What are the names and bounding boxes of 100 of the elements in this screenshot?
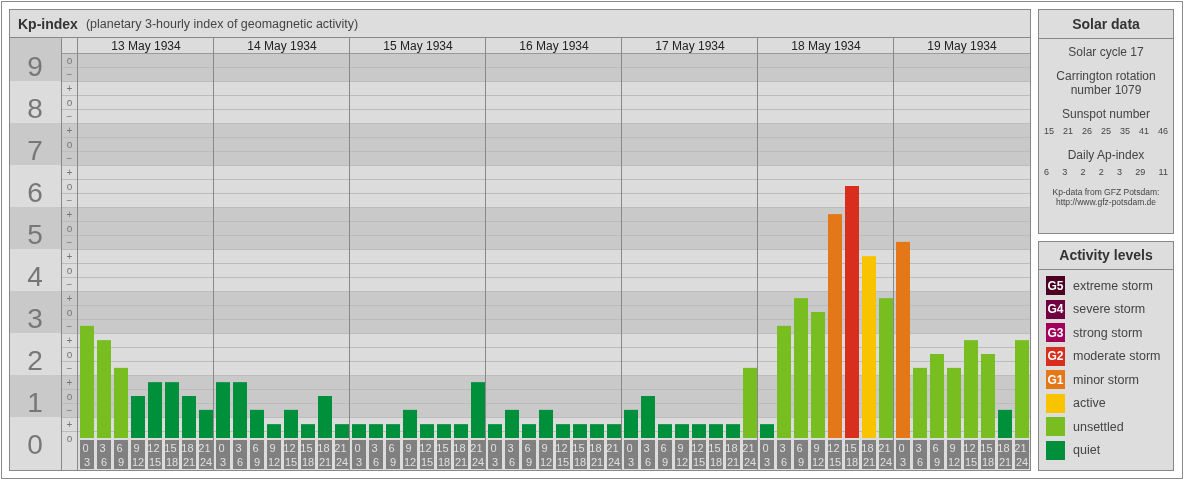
- scale-mark: +: [66, 418, 73, 430]
- time-label: 3 6: [505, 440, 519, 469]
- time-label: 21 24: [742, 440, 757, 469]
- scale-mark: +: [66, 376, 73, 388]
- scale-mark: +: [66, 292, 73, 304]
- axis-label: 8: [27, 92, 43, 124]
- scale-mark: −: [66, 152, 73, 164]
- time-label: 21 24: [878, 440, 893, 469]
- ap-value: 3: [1117, 167, 1123, 177]
- kp-bar: [692, 424, 706, 438]
- time-label: 15 18: [708, 440, 723, 469]
- time-label: 21 24: [198, 440, 213, 469]
- data-source: Kp-data from GFZ Potsdam:: [1052, 187, 1160, 197]
- level-badge: G5: [1046, 276, 1065, 295]
- scale-mark: o: [66, 138, 73, 150]
- kp-bar: [675, 424, 689, 438]
- date-label: 15 May 1934: [383, 39, 453, 53]
- kp-bar: [352, 424, 366, 438]
- axis-label: 5: [27, 218, 43, 250]
- scale-mark: −: [66, 68, 73, 80]
- kp-bar: [539, 409, 553, 438]
- ap-value: 3: [1062, 167, 1068, 177]
- scale-mark: −: [66, 278, 73, 290]
- kp-bar: [590, 424, 604, 438]
- kp-bar: [998, 409, 1012, 438]
- time-label: 15 18: [300, 440, 315, 469]
- time-label: 0 3: [80, 440, 94, 469]
- scale-mark: −: [66, 194, 73, 206]
- scale-mark: +: [66, 166, 73, 178]
- scale-mark: o: [66, 348, 73, 360]
- scale-mark: o: [66, 222, 73, 234]
- time-label: 6 9: [794, 440, 808, 469]
- scale-mark: +: [66, 124, 73, 136]
- level-badge: G4: [1046, 299, 1065, 319]
- kp-bar: [165, 382, 179, 438]
- axis-label: 4: [27, 260, 43, 292]
- kp-bar: [403, 409, 417, 438]
- time-label: 6 9: [386, 440, 400, 469]
- scale-mark: o: [66, 96, 73, 108]
- time-label: 3 6: [369, 440, 383, 469]
- panel-title: Solar data: [1039, 10, 1173, 39]
- time-label: 9 12: [403, 440, 417, 469]
- scale-mark: o: [66, 306, 73, 318]
- kp-bar: [284, 409, 298, 438]
- time-label: 9 12: [539, 440, 553, 469]
- level-badge: G3: [1046, 323, 1065, 342]
- axis-label: 6: [27, 176, 43, 208]
- kp-bar: [131, 396, 145, 438]
- kp-bar: [709, 424, 723, 438]
- time-label: 12 15: [419, 440, 434, 469]
- sunspot-value: 41: [1138, 126, 1149, 136]
- time-label: 9 12: [947, 440, 961, 469]
- kp-bar: [607, 424, 621, 438]
- time-label: 0 3: [216, 440, 230, 469]
- time-label: 18 21: [317, 440, 332, 469]
- scale-mark: o: [66, 432, 73, 444]
- time-label: 12 15: [827, 440, 842, 469]
- level-label: active: [1073, 396, 1106, 410]
- kp-bar: [556, 424, 570, 438]
- level-badge: G2: [1046, 346, 1065, 366]
- time-label: 9 12: [131, 440, 145, 469]
- time-label: 3 6: [641, 440, 655, 469]
- kp-bar: [573, 424, 587, 438]
- sunspot-value: 26: [1081, 126, 1092, 136]
- chart-title: Kp-index: [18, 15, 78, 32]
- date-label: 19 May 1934: [927, 39, 997, 53]
- time-label: 18 21: [725, 440, 740, 469]
- sunspot-value: 21: [1063, 126, 1073, 136]
- level-label: minor storm: [1073, 372, 1139, 387]
- level-badge: G1: [1046, 370, 1065, 389]
- date-label: 18 May 1934: [791, 39, 861, 53]
- kp-bar: [522, 424, 536, 438]
- time-label: 12 15: [147, 440, 162, 469]
- time-label: 12 15: [283, 440, 298, 469]
- ap-value: 6: [1044, 167, 1049, 177]
- scale-mark: o: [66, 390, 73, 402]
- sunspot-value: 35: [1119, 126, 1130, 136]
- ap-value: 2: [1080, 167, 1086, 177]
- kp-bar: [199, 409, 213, 438]
- kp-bar: [216, 382, 230, 438]
- axis-label: 1: [27, 386, 43, 418]
- kp-bar: [488, 424, 502, 438]
- kp-bar: [233, 382, 247, 438]
- kp-bar: [318, 396, 332, 438]
- time-label: 9 12: [267, 440, 281, 469]
- date-label: 13 May 1934: [111, 39, 181, 53]
- kp-bar: [641, 396, 655, 438]
- time-label: 0 3: [760, 440, 774, 469]
- time-label: 21 24: [470, 440, 485, 469]
- level-label: extreme storm: [1073, 278, 1153, 293]
- kp-bar: [454, 424, 468, 438]
- scale-mark: o: [66, 264, 73, 276]
- time-label: 18 21: [589, 440, 604, 469]
- time-label: 0 3: [624, 440, 638, 469]
- sunspot-value: 15: [1044, 126, 1054, 136]
- time-label: 12 15: [555, 440, 570, 469]
- time-label: 21 24: [606, 440, 621, 469]
- time-label: 18 21: [861, 440, 876, 469]
- scale-mark: −: [66, 320, 73, 332]
- kp-bar: [335, 424, 349, 438]
